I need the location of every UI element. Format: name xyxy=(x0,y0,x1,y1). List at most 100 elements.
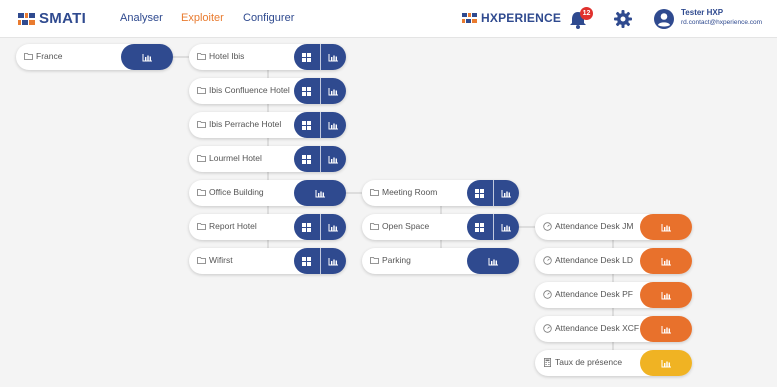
gear-icon[interactable] xyxy=(613,9,633,29)
tree-node-meeting-room[interactable]: Meeting Room xyxy=(362,180,519,206)
chart-button[interactable] xyxy=(640,214,692,240)
node-actions xyxy=(294,44,346,70)
chart-button[interactable] xyxy=(321,78,347,104)
dashboard-button[interactable] xyxy=(294,112,320,138)
tree-node-open-space[interactable]: Open Space xyxy=(362,214,519,240)
dashboard-icon xyxy=(475,188,485,198)
tree-node-ibis-perrache-hotel[interactable]: Ibis Perrache Hotel xyxy=(189,112,346,138)
bar-chart-icon xyxy=(328,155,338,163)
tree-node-parking[interactable]: Parking xyxy=(362,248,519,274)
node-actions xyxy=(467,180,519,206)
bar-chart-icon xyxy=(328,223,338,231)
dashboard-icon xyxy=(302,86,312,96)
node-label: France xyxy=(36,51,63,61)
notification-badge: 12 xyxy=(580,7,593,20)
nav-configurer[interactable]: Configurer xyxy=(243,12,294,24)
dashboard-button[interactable] xyxy=(467,180,493,206)
bar-chart-icon xyxy=(661,291,671,299)
folder-icon xyxy=(370,223,379,230)
chart-button[interactable] xyxy=(321,44,347,70)
tree-node-hotel-ibis[interactable]: Hotel Ibis xyxy=(189,44,346,70)
gauge-icon xyxy=(543,290,552,299)
bar-chart-icon xyxy=(661,325,671,333)
dashboard-button[interactable] xyxy=(467,214,493,240)
chart-button[interactable] xyxy=(321,112,347,138)
chart-button[interactable] xyxy=(640,248,692,274)
folder-icon xyxy=(370,257,379,264)
bar-chart-icon xyxy=(328,87,338,95)
node-actions xyxy=(294,146,346,172)
chart-button[interactable] xyxy=(640,282,692,308)
chart-button[interactable] xyxy=(640,316,692,342)
bar-chart-icon xyxy=(328,53,338,61)
dashboard-icon xyxy=(475,222,485,232)
calculator-icon xyxy=(544,358,551,367)
chart-button[interactable] xyxy=(467,248,519,274)
dashboard-button[interactable] xyxy=(294,248,320,274)
node-label: Attendance Desk LD xyxy=(555,255,633,265)
folder-icon xyxy=(197,223,206,230)
top-header: SMATI Analyser Exploiter Configurer HXPE… xyxy=(0,0,777,38)
bar-chart-icon xyxy=(501,223,511,231)
gauge-icon xyxy=(543,324,552,333)
hx-mark-icon xyxy=(462,12,477,24)
node-actions xyxy=(294,248,346,274)
nav-exploiter[interactable]: Exploiter xyxy=(181,12,224,24)
folder-icon xyxy=(197,87,206,94)
bar-chart-icon xyxy=(501,189,511,197)
tree-node-report-hotel[interactable]: Report Hotel xyxy=(189,214,346,240)
bar-chart-icon xyxy=(661,257,671,265)
folder-icon xyxy=(197,53,206,60)
bar-chart-icon xyxy=(328,121,338,129)
tree-node-taux-de-presence[interactable]: Taux de présence xyxy=(535,350,692,376)
chart-button[interactable] xyxy=(494,214,520,240)
user-avatar-icon[interactable] xyxy=(654,9,674,29)
node-label: Report Hotel xyxy=(209,221,257,231)
chart-button[interactable] xyxy=(294,180,346,206)
bar-chart-icon xyxy=(488,257,498,265)
tree-node-attendance-desk-pf[interactable]: Attendance Desk PF xyxy=(535,282,692,308)
chart-button[interactable] xyxy=(321,248,347,274)
tree-node-office-building[interactable]: Office Building xyxy=(189,180,346,206)
bar-chart-icon xyxy=(328,257,338,265)
node-label: Ibis Perrache Hotel xyxy=(209,119,282,129)
dashboard-button[interactable] xyxy=(294,214,320,240)
dashboard-button[interactable] xyxy=(294,78,320,104)
tree-node-wifirst[interactable]: Wifirst xyxy=(189,248,346,274)
tree-node-attendance-desk-xcf[interactable]: Attendance Desk XCF xyxy=(535,316,692,342)
user-email: rd.contact@hxperience.com xyxy=(681,19,763,26)
folder-icon xyxy=(197,189,206,196)
tree-node-lourmel-hotel[interactable]: Lourmel Hotel xyxy=(189,146,346,172)
bar-chart-icon xyxy=(142,53,152,61)
node-label: Ibis Confluence Hotel xyxy=(209,85,290,95)
folder-icon xyxy=(197,257,206,264)
dashboard-button[interactable] xyxy=(294,44,320,70)
dashboard-icon xyxy=(302,154,312,164)
chart-button[interactable] xyxy=(321,146,347,172)
node-label: Parking xyxy=(382,255,411,265)
chart-button[interactable] xyxy=(494,180,520,206)
node-label: Attendance Desk JM xyxy=(555,221,634,231)
bar-chart-icon xyxy=(661,359,671,367)
chart-button[interactable] xyxy=(640,350,692,376)
tree-node-attendance-desk-jm[interactable]: Attendance Desk JM xyxy=(535,214,692,240)
folder-icon xyxy=(197,121,206,128)
smati-logo[interactable]: SMATI xyxy=(18,10,86,27)
logo-text: SMATI xyxy=(39,10,87,27)
dashboard-button[interactable] xyxy=(294,146,320,172)
tree-node-ibis-confluence-hotel[interactable]: Ibis Confluence Hotel xyxy=(189,78,346,104)
dashboard-icon xyxy=(302,256,312,266)
node-label: Attendance Desk XCF xyxy=(555,323,640,333)
hxperience-text: HXPERIENCE xyxy=(481,11,562,25)
dashboard-icon xyxy=(302,52,312,62)
user-name: Tester HXP xyxy=(681,8,724,17)
chart-button[interactable] xyxy=(121,44,173,70)
tree-node-attendance-desk-ld[interactable]: Attendance Desk LD xyxy=(535,248,692,274)
node-label: Meeting Room xyxy=(382,187,438,197)
node-label: Open Space xyxy=(382,221,430,231)
tree-node-france[interactable]: France xyxy=(16,44,173,70)
chart-button[interactable] xyxy=(321,214,347,240)
nav-analyser[interactable]: Analyser xyxy=(120,12,163,24)
folder-icon xyxy=(197,155,206,162)
node-actions xyxy=(467,214,519,240)
